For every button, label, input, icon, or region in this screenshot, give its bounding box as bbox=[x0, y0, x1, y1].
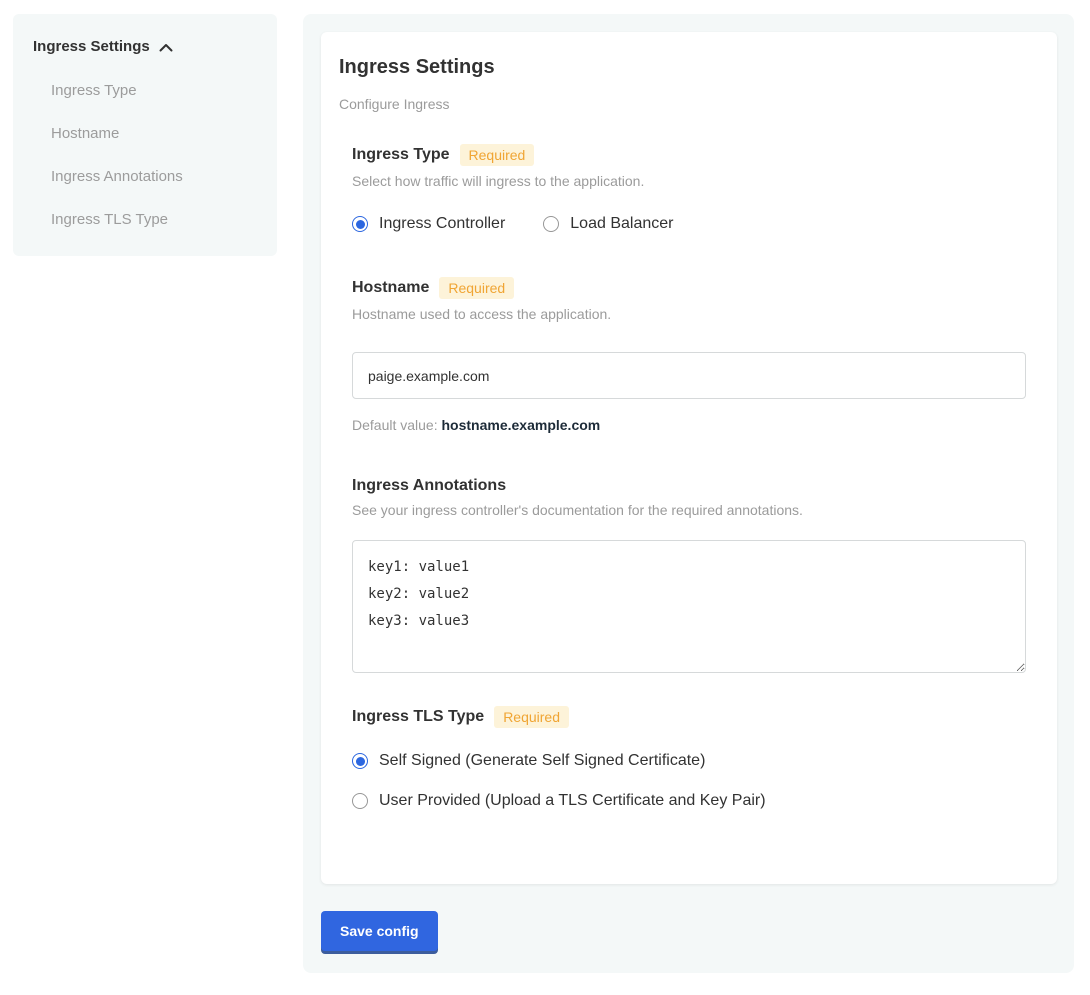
radio-option-ingress-controller[interactable]: Ingress Controller bbox=[352, 215, 505, 233]
radio-label: Load Balancer bbox=[570, 215, 673, 233]
field-help-ingress-annotations: See your ingress controller's documentat… bbox=[352, 502, 1026, 518]
radio-label: Ingress Controller bbox=[379, 215, 505, 233]
radio-label: User Provided (Upload a TLS Certificate … bbox=[379, 792, 766, 810]
sidebar-group-label: Ingress Settings bbox=[33, 38, 150, 55]
page: Ingress Settings Ingress Type Hostname I… bbox=[0, 0, 1090, 995]
sidebar: Ingress Settings Ingress Type Hostname I… bbox=[13, 14, 277, 256]
card-subtitle: Configure Ingress bbox=[339, 96, 1039, 112]
field-label-ingress-tls-type: Ingress TLS Type bbox=[352, 708, 484, 726]
hostname-default-line: Default value: hostname.example.com bbox=[352, 417, 1026, 433]
sidebar-item-ingress-tls-type[interactable]: Ingress TLS Type bbox=[33, 211, 261, 228]
sidebar-nav: Ingress Type Hostname Ingress Annotation… bbox=[33, 82, 261, 228]
field-ingress-annotations: Ingress Annotations See your ingress con… bbox=[352, 477, 1026, 678]
field-help-hostname: Hostname used to access the application. bbox=[352, 306, 1026, 322]
radio-selected-icon bbox=[352, 216, 368, 232]
ingress-type-options: Ingress Controller Load Balancer bbox=[352, 215, 1026, 233]
tls-type-options: Self Signed (Generate Self Signed Certif… bbox=[352, 752, 1026, 810]
default-value-text: hostname.example.com bbox=[442, 417, 601, 433]
field-label-ingress-type: Ingress Type bbox=[352, 146, 450, 164]
radio-option-user-provided[interactable]: User Provided (Upload a TLS Certificate … bbox=[352, 792, 766, 810]
radio-label: Self Signed (Generate Self Signed Certif… bbox=[379, 752, 705, 770]
sidebar-item-hostname[interactable]: Hostname bbox=[33, 125, 261, 142]
radio-option-self-signed[interactable]: Self Signed (Generate Self Signed Certif… bbox=[352, 752, 705, 770]
radio-option-load-balancer[interactable]: Load Balancer bbox=[543, 215, 673, 233]
field-ingress-type: Ingress Type Required Select how traffic… bbox=[352, 144, 1026, 233]
sidebar-item-ingress-type[interactable]: Ingress Type bbox=[33, 82, 261, 99]
field-label-hostname: Hostname bbox=[352, 279, 429, 297]
default-value-prefix: Default value: bbox=[352, 417, 438, 433]
card-title: Ingress Settings bbox=[339, 56, 1039, 79]
chevron-up-icon bbox=[159, 43, 173, 52]
required-badge: Required bbox=[439, 277, 514, 299]
radio-selected-icon bbox=[352, 753, 368, 769]
config-card: Ingress Settings Configure Ingress Ingre… bbox=[321, 32, 1057, 884]
required-badge: Required bbox=[460, 144, 535, 166]
field-help-ingress-type: Select how traffic will ingress to the a… bbox=[352, 173, 1026, 189]
save-config-button[interactable]: Save config bbox=[321, 911, 438, 951]
sidebar-item-ingress-annotations[interactable]: Ingress Annotations bbox=[33, 168, 261, 185]
radio-unselected-icon bbox=[352, 793, 368, 809]
annotations-textarea[interactable]: key1: value1 key2: value2 key3: value3 bbox=[352, 540, 1026, 673]
field-hostname: Hostname Required Hostname used to acces… bbox=[352, 277, 1026, 433]
sidebar-group-ingress-settings[interactable]: Ingress Settings bbox=[33, 38, 261, 55]
field-ingress-tls-type: Ingress TLS Type Required Self Signed (G… bbox=[352, 706, 1026, 810]
hostname-input[interactable] bbox=[352, 352, 1026, 399]
config-area: Ingress Settings Configure Ingress Ingre… bbox=[303, 14, 1074, 973]
required-badge: Required bbox=[494, 706, 569, 728]
fields: Ingress Type Required Select how traffic… bbox=[352, 144, 1026, 810]
radio-unselected-icon bbox=[543, 216, 559, 232]
field-label-ingress-annotations: Ingress Annotations bbox=[352, 477, 506, 495]
